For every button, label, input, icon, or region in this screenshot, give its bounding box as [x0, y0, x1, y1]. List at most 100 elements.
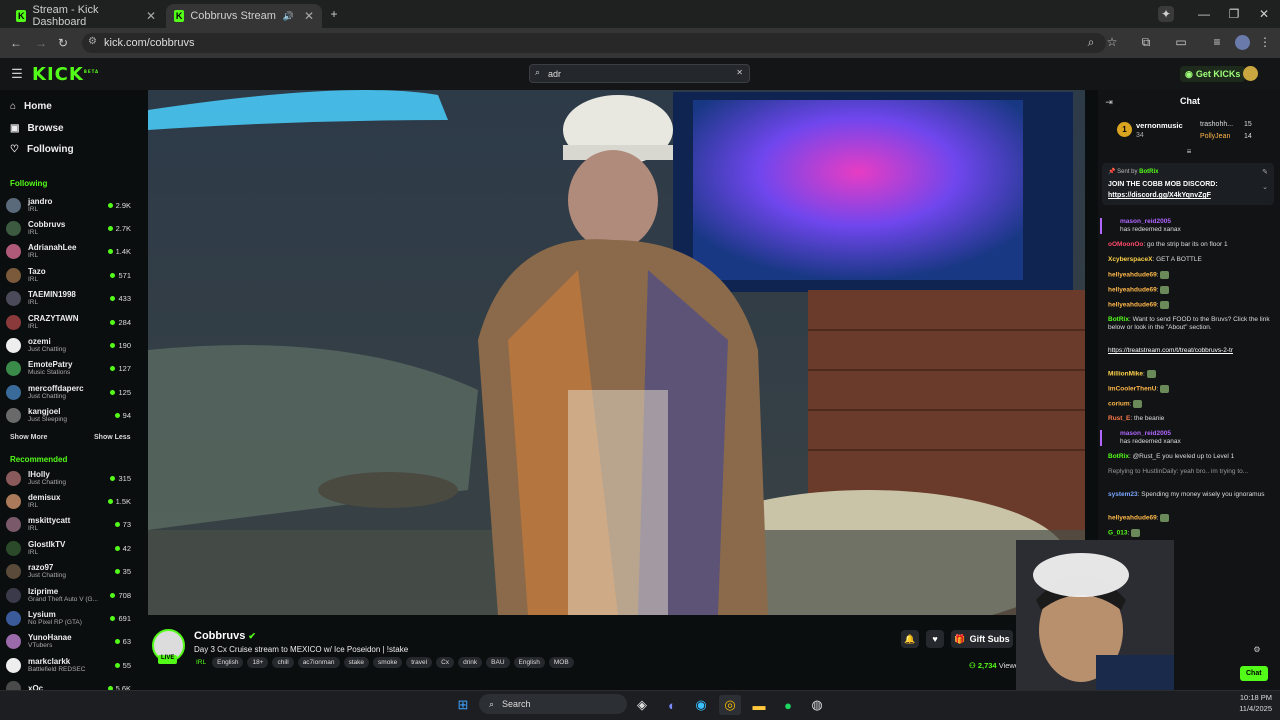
channel-name[interactable]: Cobbruvs ✔: [194, 630, 256, 642]
recommended-channel-0[interactable]: lHolly Just Chatting 315: [6, 467, 131, 489]
chat-username[interactable]: ImCoolerThenU: [1108, 386, 1156, 393]
stream-tag[interactable]: 18+: [247, 657, 269, 668]
gifter-name[interactable]: trashohh...: [1200, 121, 1233, 128]
ai-sparkle-icon[interactable]: ✦: [1158, 6, 1174, 22]
chat-username[interactable]: system23: [1108, 491, 1138, 498]
following-channel-4[interactable]: TAEMIN1998 IRL 433: [6, 288, 131, 310]
chat-username[interactable]: corium: [1108, 401, 1130, 408]
recommended-channel-2[interactable]: mskittycatt IRL 73: [6, 514, 131, 536]
edge-icon[interactable]: ◉: [690, 695, 712, 715]
chat-username[interactable]: BotRix: [1108, 316, 1129, 323]
following-channel-6[interactable]: ozemi Just Chatting 190: [6, 334, 131, 356]
tab-kick-dashboard[interactable]: K Stream - Kick Dashboard ✕: [8, 4, 164, 28]
stream-tag[interactable]: stake: [343, 657, 370, 668]
recommended-channel-7[interactable]: YunoHanae VTubers 63: [6, 631, 131, 653]
chat-username[interactable]: XcyberspaceX: [1108, 256, 1152, 263]
top-gifter-name[interactable]: vernonmusic: [1136, 121, 1183, 130]
windows-start-icon[interactable]: ⊞: [452, 695, 474, 715]
profile-avatar[interactable]: [1235, 35, 1250, 50]
site-info-icon[interactable]: ⚙: [88, 36, 97, 47]
following-channel-0[interactable]: jandro IRL 2.9K: [6, 194, 131, 216]
stream-tag[interactable]: chill: [272, 657, 294, 668]
chat-username[interactable]: mason_reid2005: [1120, 218, 1171, 225]
notification-bell-icon[interactable]: 🔔: [901, 630, 919, 648]
reload-icon[interactable]: ↻: [55, 35, 71, 51]
video-player[interactable]: [148, 90, 1085, 615]
browser-menu-icon[interactable]: ⋮: [1258, 35, 1272, 49]
collapse-chat-icon[interactable]: ⇥: [1103, 96, 1115, 108]
stream-tag[interactable]: drink: [458, 657, 483, 668]
recommended-channel-4[interactable]: razo97 Just Chatting 35: [6, 561, 131, 583]
bookmark-star-icon[interactable]: ☆: [1105, 35, 1119, 49]
stream-tag[interactable]: smoke: [373, 657, 403, 668]
stream-tag[interactable]: BAU: [486, 657, 510, 668]
sidebar-nav-home[interactable]: ⌂ Home: [10, 101, 52, 112]
category-link[interactable]: IRL: [194, 657, 208, 668]
following-channel-5[interactable]: CRAZYTAWN IRL 284: [6, 311, 131, 333]
stream-tag[interactable]: English: [513, 657, 545, 668]
discord-icon[interactable]: ◐: [661, 695, 683, 715]
chat-username[interactable]: Rust_E: [1108, 415, 1130, 422]
speaker-icon[interactable]: 🔊: [283, 11, 294, 22]
follow-heart-icon[interactable]: ♥: [926, 630, 944, 648]
chat-username[interactable]: oOMoonOo: [1108, 241, 1143, 248]
obs-icon[interactable]: ◍: [806, 695, 828, 715]
recommended-channel-1[interactable]: demisux IRL 1.5K: [6, 490, 131, 512]
chat-settings-icon[interactable]: ⚙: [1252, 644, 1262, 654]
chrome-icon[interactable]: ◎: [719, 695, 741, 715]
sidebar-nav-following[interactable]: ♡ Following: [10, 144, 74, 155]
address-bar[interactable]: ⚙ kick.com/cobbruvs: [82, 33, 1106, 53]
show-more-button[interactable]: Show More: [10, 434, 47, 441]
sidebar-nav-browse[interactable]: ▣ Browse: [10, 123, 64, 134]
stream-tag[interactable]: Cx: [436, 657, 455, 668]
media-icon[interactable]: ≡: [1210, 35, 1224, 49]
following-channel-1[interactable]: Cobbruvs IRL 2.7K: [6, 217, 131, 239]
maximize-icon[interactable]: ❐: [1226, 6, 1242, 22]
following-channel-8[interactable]: mercoffdaperc Just Chatting 125: [6, 381, 131, 403]
recommended-channel-8[interactable]: markclarkk Battlefield REDSEC 55: [6, 654, 131, 676]
expand-gifters-icon[interactable]: ≡: [1184, 146, 1194, 156]
kick-logo[interactable]: KICKBETA: [32, 64, 99, 85]
search-input[interactable]: ⌕ adr ✕: [529, 64, 750, 83]
chat-username[interactable]: hellyeahdude69: [1108, 515, 1157, 522]
gifter-name[interactable]: PollyJean: [1200, 133, 1230, 140]
chat-username[interactable]: MillionMike: [1108, 371, 1143, 378]
chat-text[interactable]: https://treatstream.com/t/treat/cobbruvs…: [1108, 347, 1233, 354]
user-avatar[interactable]: [1243, 66, 1258, 81]
stream-tag[interactable]: MOB: [548, 657, 574, 668]
get-kicks-button[interactable]: ◉ Get KICKs: [1180, 66, 1246, 82]
following-channel-3[interactable]: Tazo IRL 571: [6, 264, 131, 286]
gift-subs-button[interactable]: 🎁 Gift Subs: [951, 630, 1013, 648]
forward-icon[interactable]: →: [33, 35, 49, 51]
show-less-button[interactable]: Show Less: [94, 434, 131, 441]
following-channel-2[interactable]: AdrianahLee IRL 1.4K: [6, 241, 131, 263]
taskbar-search[interactable]: ⌕ Search: [479, 694, 627, 714]
recommended-channel-3[interactable]: GlostlkTV IRL 42: [6, 537, 131, 559]
steam-icon[interactable]: ◈: [631, 695, 653, 715]
tab-cobbruvs-stream[interactable]: K Cobbruvs Stream - Watch L 🔊 ✕: [166, 4, 322, 28]
stream-tag[interactable]: English: [212, 657, 244, 668]
new-tab-icon[interactable]: +: [326, 6, 342, 22]
minimize-icon[interactable]: —: [1196, 6, 1212, 22]
clear-search-icon[interactable]: ✕: [736, 68, 743, 77]
close-tab-icon[interactable]: ✕: [304, 9, 314, 23]
unpin-icon[interactable]: ✎: [1262, 168, 1268, 176]
close-window-icon[interactable]: ✕: [1256, 6, 1272, 22]
chat-send-button[interactable]: Chat: [1240, 666, 1268, 681]
pinned-link[interactable]: https://discord.gg/X4kYqnvZgF: [1108, 192, 1211, 199]
chat-username[interactable]: BotRix: [1108, 453, 1129, 460]
taskbar-clock[interactable]: 10:18 PM 11/4/2025: [1226, 693, 1272, 713]
file-explorer-icon[interactable]: ▬: [748, 695, 770, 715]
recommended-channel-6[interactable]: Lysium No Pixel RP (GTA) 691: [6, 607, 131, 629]
close-tab-icon[interactable]: ✕: [146, 9, 156, 23]
extensions-icon[interactable]: ⧉: [1139, 35, 1153, 49]
chat-username[interactable]: G_013: [1108, 530, 1128, 537]
chat-username[interactable]: hellyeahdude69: [1108, 302, 1157, 309]
chat-username[interactable]: hellyeahdude69: [1108, 287, 1157, 294]
following-channel-7[interactable]: EmotePatry Music Stations 127: [6, 358, 131, 380]
chat-username[interactable]: mason_reid2005: [1120, 430, 1171, 437]
spotify-icon[interactable]: ●: [777, 695, 799, 715]
zoom-icon[interactable]: ⌕: [1084, 35, 1098, 49]
recommended-channel-5[interactable]: Iziprime Grand Theft Auto V (G... 708: [6, 584, 131, 606]
chat-username[interactable]: hellyeahdude69: [1108, 272, 1157, 279]
